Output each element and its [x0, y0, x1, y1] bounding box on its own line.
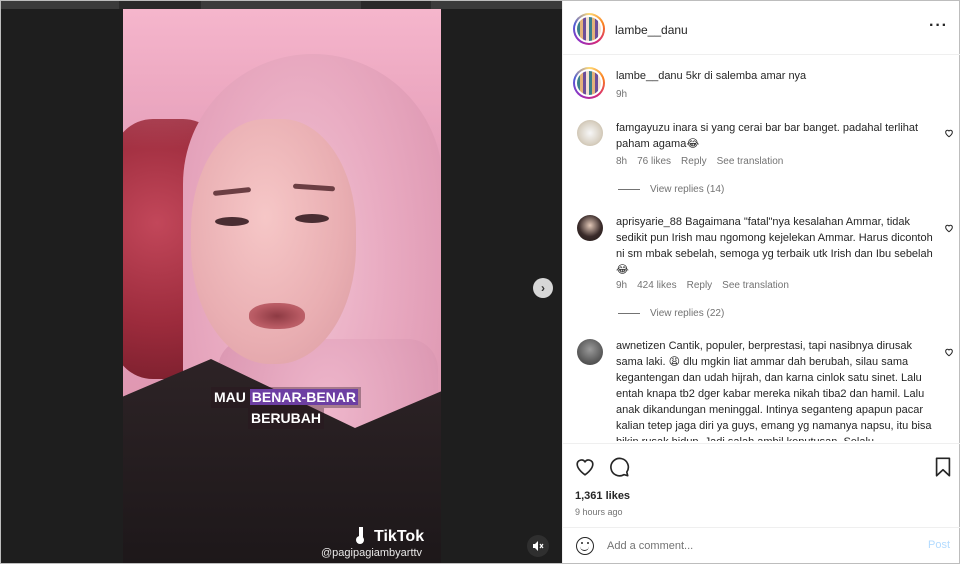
comment-meta: 9h 424 likes Reply See translation	[616, 280, 789, 291]
caption-username[interactable]: lambe__danu	[616, 70, 683, 82]
post-timestamp[interactable]: 9 hours ago	[575, 507, 623, 517]
author-username[interactable]: lambe__danu	[615, 23, 688, 37]
caption-avatar[interactable]	[573, 67, 605, 99]
comment: famgayuzu inara si yang cerai bar bar ba…	[616, 120, 932, 152]
reply-button[interactable]: Reply	[687, 280, 713, 291]
caption-text: 5kr di salemba amar nya	[685, 70, 807, 82]
see-translation-link[interactable]: See translation	[717, 156, 784, 167]
more-options-button[interactable]: ···	[929, 17, 948, 34]
face	[191, 119, 356, 364]
see-translation-link[interactable]: See translation	[722, 280, 789, 291]
bookmark-icon[interactable]	[932, 456, 954, 478]
more-horizontal-icon: ···	[929, 17, 948, 34]
comment-text: Cantik, populer, berprestasi, tapi nasib…	[616, 340, 932, 441]
commenter-avatar[interactable]	[577, 215, 603, 241]
muted-speaker-icon	[533, 541, 544, 551]
like-count[interactable]: 1,361 likes	[575, 490, 630, 502]
comment-username[interactable]: awnetizen	[616, 340, 666, 352]
view-replies-button[interactable]: View replies (22)	[618, 308, 724, 319]
chevron-right-icon: ›	[541, 281, 545, 295]
comment-input[interactable]	[607, 537, 907, 555]
comments-list: lambe__danu 5kr di salemba amar nya 9h f…	[563, 56, 960, 441]
tiktok-watermark: TikTok	[356, 527, 424, 546]
caption-time: 9h	[616, 89, 628, 100]
mute-button[interactable]	[527, 535, 549, 557]
next-slide-button[interactable]: ›	[533, 278, 553, 298]
emoji-icon[interactable]	[576, 537, 594, 555]
commenter-avatar[interactable]	[577, 120, 603, 146]
author-avatar[interactable]	[573, 13, 605, 45]
comment-meta: 8h 76 likes Reply See translation	[616, 156, 784, 167]
top-strip	[1, 1, 562, 9]
post-actions: 1,361 likes 9 hours ago	[563, 443, 960, 529]
video-player[interactable]: MAU BENAR-BENAR BERUBAH TikTok @pagipagi…	[123, 9, 441, 563]
heart-icon[interactable]	[574, 456, 596, 478]
like-comment-heart-icon[interactable]	[944, 128, 954, 138]
comment: aprisyarie_88 Bagaimana "fatal"nya kesal…	[616, 214, 934, 278]
caption: lambe__danu 5kr di salemba amar nya	[616, 68, 936, 84]
media-viewer: MAU BENAR-BENAR BERUBAH TikTok @pagipagi…	[1, 1, 562, 563]
tiktok-handle: @pagipagiambyarttv	[321, 547, 423, 559]
video-subtitle: MAU BENAR-BENAR BERUBAH	[211, 387, 362, 429]
like-comment-heart-icon[interactable]	[944, 347, 954, 357]
comment-icon[interactable]	[608, 456, 630, 478]
comment-username[interactable]: famgayuzu	[616, 122, 670, 134]
post-header: lambe__danu ···	[563, 1, 960, 55]
reply-button[interactable]: Reply	[681, 156, 707, 167]
subtitle-highlight: BENAR-BENAR	[249, 389, 359, 405]
post-panel: lambe__danu ··· lambe__danu 5kr di salem…	[562, 1, 960, 563]
comment: awnetizen Cantik, populer, berprestasi, …	[616, 338, 934, 441]
like-comment-heart-icon[interactable]	[944, 223, 954, 233]
comment-username[interactable]: aprisyarie_88	[616, 216, 682, 228]
view-replies-button[interactable]: View replies (14)	[618, 184, 724, 195]
tiktok-logo-icon	[356, 527, 370, 544]
carousel-indicator	[269, 554, 290, 563]
comment-composer: Post	[563, 527, 960, 563]
commenter-avatar[interactable]	[577, 339, 603, 365]
post-comment-button[interactable]: Post	[928, 539, 950, 551]
